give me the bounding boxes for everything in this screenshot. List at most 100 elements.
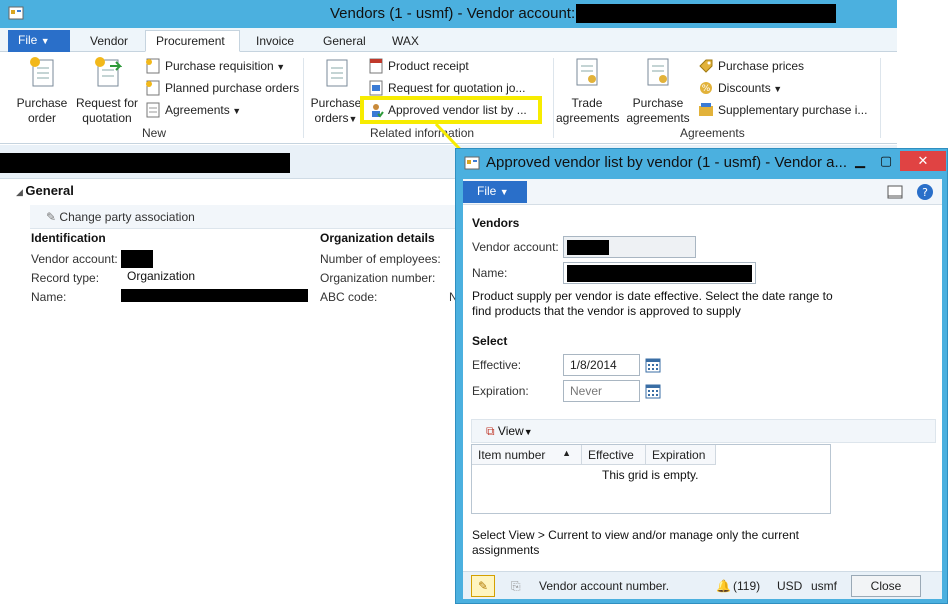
notification-count[interactable]: (119) (733, 579, 760, 593)
tab-wax[interactable]: WAX (382, 31, 429, 52)
planned-purchase-orders-button[interactable]: Planned purchase orders (145, 78, 299, 98)
supplementary-items-icon (699, 103, 713, 116)
name-label: Name: (31, 290, 67, 304)
change-party-association-button[interactable]: ✎ Change party association (46, 210, 195, 224)
maximize-button[interactable]: ▢ (873, 151, 899, 171)
purchase-requisition-button[interactable]: Purchase requisition ▼ (145, 56, 285, 76)
vendor-account-label: Vendor account: (31, 252, 118, 266)
tab-vendor[interactable]: Vendor (80, 31, 138, 52)
minimize-button[interactable]: ▁ (847, 151, 873, 171)
svg-text:?: ? (922, 186, 928, 199)
expiration-date-field[interactable]: Never (563, 380, 640, 402)
redacted-vendor-account (576, 4, 836, 23)
product-receipt-icon (369, 58, 383, 74)
dialog-body: File ▼ ? Vendors Vendor account: Name: P… (463, 179, 942, 599)
discounts-button[interactable]: % Discounts ▼ (698, 78, 782, 98)
discount-icon: % (700, 82, 712, 94)
column-header-effective[interactable]: Effective (582, 445, 646, 465)
chevron-down-icon: ▼ (523, 427, 533, 437)
purchase-prices-button[interactable]: Purchase prices (698, 56, 804, 76)
tab-procurement[interactable]: Procurement (145, 30, 240, 52)
bell-icon[interactable]: 🔔 (716, 579, 731, 593)
trade-agreements-button[interactable]: Trade agreements (556, 56, 619, 126)
grid-empty-message: This grid is empty. (602, 468, 699, 482)
svg-text:%: % (702, 84, 711, 94)
vendors-section-header: Vendors (472, 216, 520, 230)
dialog-toolbar: File ▼ ? (463, 179, 942, 205)
ribbon-divider (880, 58, 881, 138)
redacted-name-value (121, 289, 308, 302)
edit-mode-button[interactable]: ✎ (471, 575, 495, 597)
approved-vendor-list-dialog: Approved vendor list by vendor (1 - usmf… (455, 148, 948, 604)
close-icon: ✕ (917, 153, 929, 168)
organization-details-header: Organization details (320, 231, 435, 245)
dialog-app-icon (464, 156, 480, 170)
redacted-dialog-vendor-account (567, 240, 609, 255)
redacted-dialog-name (567, 265, 752, 282)
supplementary-purchase-items-button[interactable]: Supplementary purchase i... (698, 100, 867, 120)
select-section-header: Select (472, 334, 508, 348)
view-icon: ⧉ (486, 424, 495, 438)
dialog-title: Approved vendor list by vendor (1 - usmf… (486, 154, 848, 171)
rfq-journal-button[interactable]: Request for quotation jo... (368, 78, 525, 98)
main-title-bar: Vendors (1 - usmf) - Vendor account: (0, 0, 897, 28)
agreements-button[interactable]: Agreements ▼ (145, 100, 241, 120)
chevron-down-icon: ▼ (348, 114, 358, 124)
grid-toolbar: ⧉ View▼ (471, 419, 936, 443)
ribbon-tabs: File ▼ Vendor Procurement Invoice Genera… (0, 28, 897, 52)
dialog-name-label: Name: (472, 266, 508, 280)
record-type-label: Record type: (31, 271, 100, 285)
purchase-orders-button[interactable]: Purchase orders▼ (308, 56, 364, 127)
organization-number-label: Organization number: (320, 271, 436, 285)
chevron-down-icon: ▼ (273, 62, 286, 72)
group-label-new: New (142, 126, 167, 140)
company-indicator: usmf (811, 579, 838, 593)
request-for-quotation-icon (95, 57, 123, 87)
tab-invoice[interactable]: Invoice (246, 31, 304, 52)
tab-file[interactable]: File ▼ (8, 30, 70, 52)
dialog-tab-file[interactable]: File ▼ (463, 181, 527, 203)
dialog-name-field[interactable] (563, 262, 756, 284)
agreements-icon (146, 102, 160, 118)
tab-general[interactable]: General (313, 31, 376, 52)
chevron-down-icon: ▼ (499, 187, 509, 197)
ribbon-divider (303, 58, 304, 138)
abc-code-label: ABC code: (320, 290, 378, 304)
calendar-icon[interactable] (645, 383, 661, 399)
chevron-down-icon: ▼ (229, 106, 242, 116)
help-icon[interactable]: ? (916, 183, 934, 201)
request-for-quotation-button[interactable]: Request for quotation (74, 56, 140, 126)
close-button[interactable]: Close (851, 575, 921, 597)
dialog-status-bar: ✎ ⎘ Vendor account number. 🔔 (119) USD u… (463, 571, 942, 599)
collapse-triangle-icon: ◢ (16, 187, 26, 197)
purchase-order-button[interactable]: Purchase order (14, 56, 70, 126)
effective-label: Effective: (472, 358, 522, 372)
general-section-header[interactable]: ◢ General (16, 183, 74, 198)
redacted-record-title (0, 153, 290, 173)
planned-purchase-orders-icon (146, 80, 160, 96)
attachment-icon[interactable]: ⎘ (511, 579, 521, 594)
column-header-expiration[interactable]: Expiration (646, 445, 716, 465)
column-header-item-number[interactable]: Item number ▲ (472, 445, 582, 465)
purchase-agreements-button[interactable]: Purchase agreements (626, 56, 690, 126)
expiration-label: Expiration: (472, 384, 529, 398)
record-type-value: Organization (127, 269, 196, 283)
help-text-line-1: Select View > Current to view and/or man… (472, 528, 799, 542)
general-toolbar: ✎ Change party association (30, 205, 455, 229)
dialog-vendor-account-field[interactable] (563, 236, 696, 258)
info-text-line-2: find products that the vendor is approve… (472, 304, 741, 318)
purchase-orders-icon (326, 59, 348, 87)
trade-agreements-icon (576, 58, 598, 86)
pencil-icon: ✎ (477, 579, 489, 593)
product-receipt-button[interactable]: Product receipt (368, 56, 469, 76)
status-field-text: Vendor account number. (539, 579, 670, 593)
view-menu-button[interactable]: ⧉ View▼ (486, 424, 533, 439)
help-text-line-2: assignments (472, 543, 540, 557)
effective-date-field[interactable]: 1/8/2014 (563, 354, 640, 376)
panel-icon[interactable] (887, 184, 903, 200)
chevron-down-icon: ▼ (40, 36, 50, 46)
calendar-icon[interactable] (645, 357, 661, 373)
close-window-button[interactable]: ✕ (900, 151, 946, 171)
currency-indicator: USD (777, 579, 803, 593)
dialog-vendor-account-label: Vendor account: (472, 240, 559, 254)
